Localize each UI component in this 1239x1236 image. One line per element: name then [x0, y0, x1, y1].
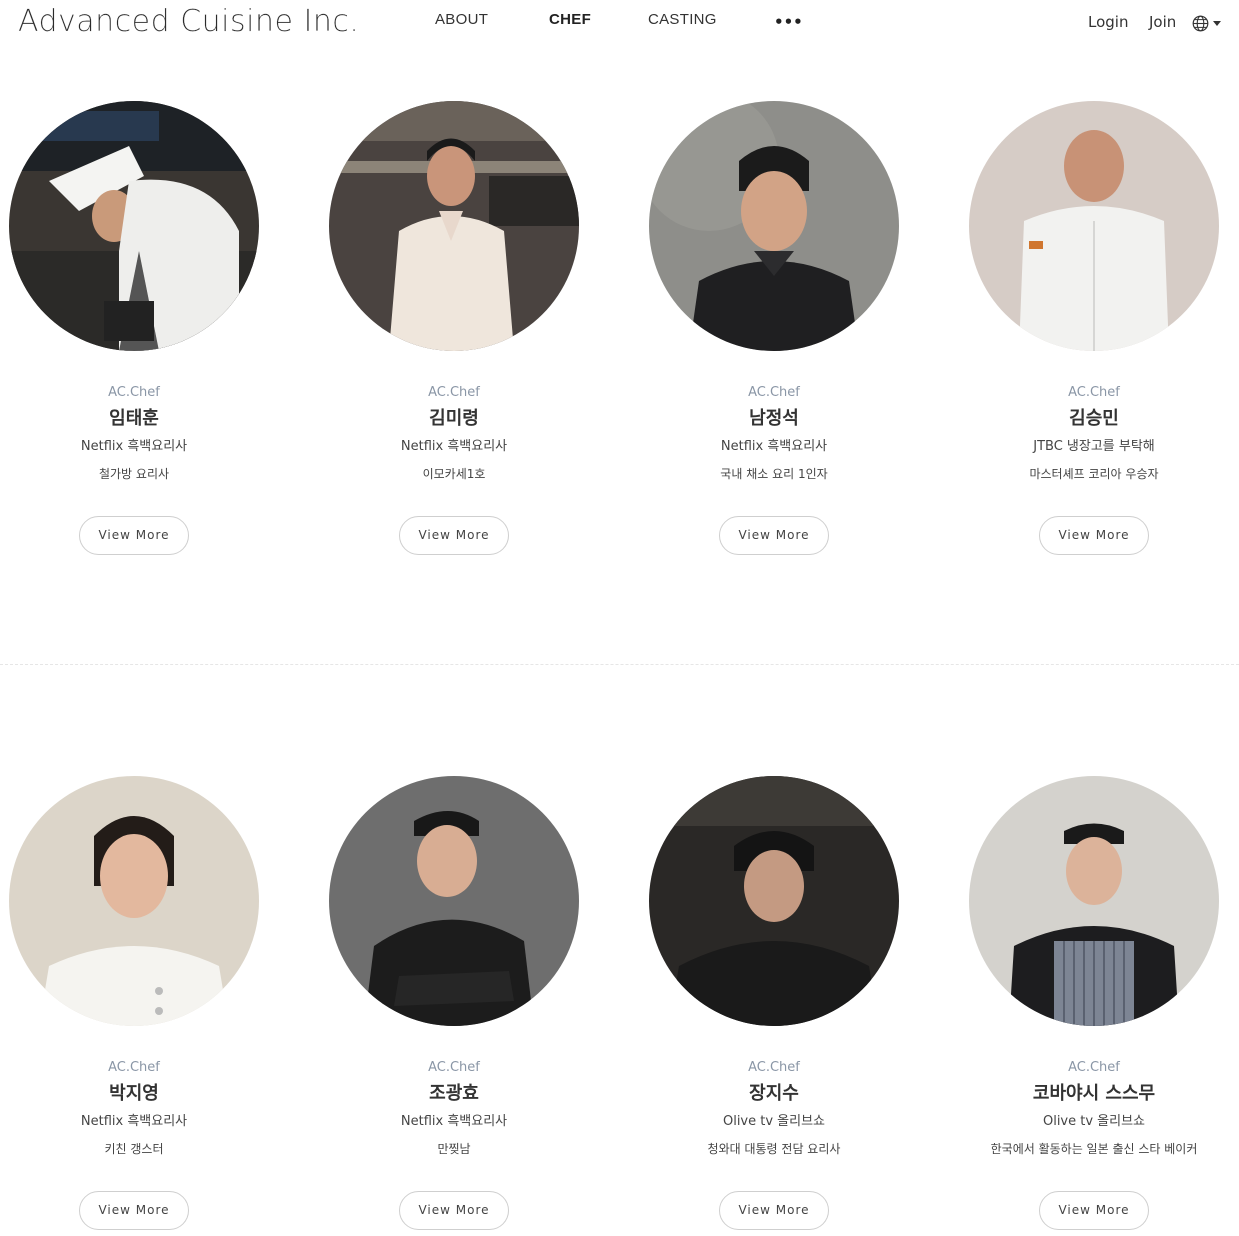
chef-tag: AC.Chef: [1068, 385, 1120, 400]
chef-description: 청와대 대통령 전담 요리사: [707, 1142, 841, 1156]
chef-photo[interactable]: [649, 101, 899, 351]
nav-item-about[interactable]: ABOUT: [435, 10, 488, 30]
chef-tag: AC.Chef: [748, 385, 800, 400]
chef-photo[interactable]: [649, 776, 899, 1026]
view-more-button[interactable]: View More: [719, 516, 829, 555]
chef-tag: AC.Chef: [1068, 1060, 1120, 1075]
chef-credit: JTBC 냉장고를 부탁해: [1033, 439, 1155, 454]
view-more-button[interactable]: View More: [719, 1191, 829, 1230]
chef-name: 코바야시 스스무: [1032, 1083, 1156, 1104]
chef-card: AC.Chef 김미령 Netflix 흑백요리사 이모카세1호 View Mo…: [329, 101, 579, 555]
login-link[interactable]: Login: [1088, 12, 1128, 32]
nav-item-casting[interactable]: CASTING: [648, 10, 717, 30]
chef-tag: AC.Chef: [108, 1060, 160, 1075]
chef-card: AC.Chef 조광효 Netflix 흑백요리사 만찢남 View More: [329, 776, 579, 1230]
chef-description: 한국에서 활동하는 일본 출신 스타 베이커: [990, 1142, 1198, 1156]
chef-description: 이모카세1호: [422, 467, 486, 481]
chef-credit: Netflix 흑백요리사: [400, 1114, 508, 1129]
chef-photo[interactable]: [969, 101, 1219, 351]
chef-credit: Olive tv 올리브쇼: [1042, 1114, 1146, 1129]
chef-name: 임태훈: [109, 408, 159, 429]
nav-more-icon[interactable]: •••: [774, 12, 803, 32]
chef-name: 박지영: [109, 1083, 159, 1104]
join-link[interactable]: Join: [1149, 12, 1176, 32]
chef-photo[interactable]: [329, 776, 579, 1026]
main-nav: ABOUT CHEF CASTING: [0, 10, 1239, 33]
chef-name: 조광효: [429, 1083, 479, 1104]
language-selector[interactable]: [1192, 13, 1224, 33]
chef-photo[interactable]: [329, 101, 579, 351]
chef-credit: Netflix 흑백요리사: [80, 439, 188, 454]
chef-name: 남정석: [749, 408, 799, 429]
chef-credit: Netflix 흑백요리사: [80, 1114, 188, 1129]
view-more-button[interactable]: View More: [79, 1191, 189, 1230]
chef-description: 만찢남: [437, 1142, 471, 1156]
chef-credit: Netflix 흑백요리사: [400, 439, 508, 454]
chef-credit: Netflix 흑백요리사: [720, 439, 828, 454]
chef-tag: AC.Chef: [108, 385, 160, 400]
chef-name: 김승민: [1069, 408, 1119, 429]
chef-description: 철가방 요리사: [98, 467, 170, 481]
view-more-button[interactable]: View More: [399, 516, 509, 555]
chef-tag: AC.Chef: [428, 1060, 480, 1075]
chef-card: AC.Chef 임태훈 Netflix 흑백요리사 철가방 요리사 View M…: [9, 101, 259, 555]
chef-tag: AC.Chef: [748, 1060, 800, 1075]
section-divider: [0, 664, 1239, 665]
chef-card: AC.Chef 장지수 Olive tv 올리브쇼 청와대 대통령 전담 요리사…: [649, 776, 899, 1230]
chef-card: AC.Chef 코바야시 스스무 Olive tv 올리브쇼 한국에서 활동하는…: [969, 776, 1219, 1230]
chef-description: 키친 갱스터: [104, 1142, 164, 1156]
chevron-down-icon: [1213, 21, 1221, 26]
view-more-button[interactable]: View More: [1039, 516, 1149, 555]
site-header: Advanced Cuisine Inc. ABOUT CHEF CASTING…: [0, 0, 1239, 46]
chef-card: AC.Chef 박지영 Netflix 흑백요리사 키친 갱스터 View Mo…: [9, 776, 259, 1230]
chef-name: 김미령: [429, 408, 479, 429]
globe-icon: [1192, 15, 1209, 32]
chef-card: AC.Chef 남정석 Netflix 흑백요리사 국내 채소 요리 1인자 V…: [649, 101, 899, 555]
view-more-button[interactable]: View More: [399, 1191, 509, 1230]
nav-item-chef[interactable]: CHEF: [549, 10, 591, 30]
view-more-button[interactable]: View More: [1039, 1191, 1149, 1230]
chef-card: AC.Chef 김승민 JTBC 냉장고를 부탁해 마스터셰프 코리아 우승자 …: [969, 101, 1219, 555]
chef-name: 장지수: [749, 1083, 799, 1104]
chef-description: 마스터셰프 코리아 우승자: [1029, 467, 1159, 481]
chef-photo[interactable]: [9, 776, 259, 1026]
chef-photo[interactable]: [9, 101, 259, 351]
view-more-button[interactable]: View More: [79, 516, 189, 555]
chef-tag: AC.Chef: [428, 385, 480, 400]
chef-description: 국내 채소 요리 1인자: [720, 467, 828, 481]
chef-photo[interactable]: [969, 776, 1219, 1026]
chef-credit: Olive tv 올리브쇼: [722, 1114, 826, 1129]
